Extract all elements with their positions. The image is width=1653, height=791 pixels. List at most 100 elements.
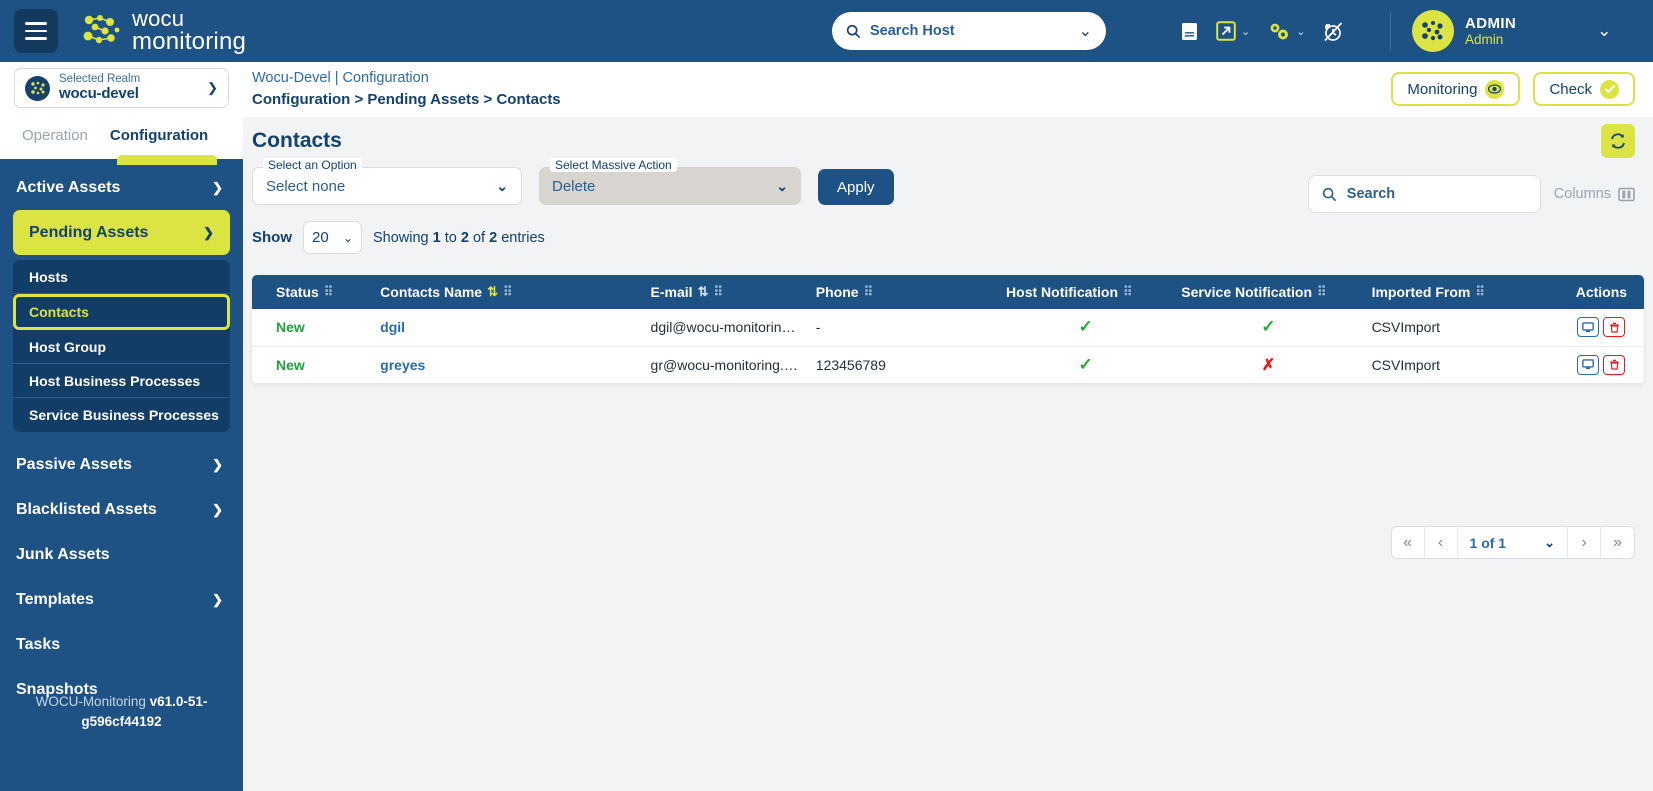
column-grip-icon[interactable]: ⠿	[1123, 284, 1132, 300]
pagination-prev-button[interactable]: ‹	[1425, 527, 1458, 558]
table-row[interactable]: New greyes gr@wocu-monitoring.com 123456…	[252, 346, 1644, 384]
table-row[interactable]: New dgil dgil@wocu-monitoring.c… - ✓ ✓ C…	[252, 309, 1644, 347]
external-link-icon[interactable]: ⌄	[1216, 21, 1250, 41]
chevron-down-icon[interactable]: ⌄	[1597, 21, 1611, 41]
sidebar-item-hosts[interactable]: Hosts	[13, 260, 230, 294]
cell-contacts-name[interactable]: greyes	[372, 346, 643, 384]
search-icon	[846, 24, 861, 38]
sidebar-item-label: Host Business Processes	[29, 372, 201, 389]
table-search-area: Search Columns	[1307, 175, 1635, 213]
trash-icon[interactable]	[1603, 354, 1626, 375]
sidebar-item-label: Pending Assets	[29, 223, 149, 241]
select-massive-action-dropdown[interactable]: Delete ⌄	[539, 167, 801, 205]
chevron-down-icon: ❯	[212, 456, 223, 472]
table-head: Status ⠿ Contacts Name ⇅ ⠿ E-mail ⇅ ⠿ Phone ⠿ …	[252, 275, 1644, 309]
breadcrumb-bar: Wocu-Devel | Configuration Configuration…	[243, 62, 1653, 117]
contact-name-link[interactable]: dgil	[380, 319, 405, 335]
column-label: Actions	[1575, 284, 1628, 300]
pagination-next-button[interactable]: ›	[1568, 527, 1601, 558]
column-grip-icon[interactable]: ⠿	[324, 284, 333, 300]
breadcrumb: Wocu-Devel | Configuration Configuration…	[252, 68, 561, 111]
tab-configuration[interactable]: Configuration	[110, 127, 208, 146]
column-grip-icon[interactable]: ⠿	[864, 284, 873, 300]
hamburger-menu-button[interactable]	[14, 9, 58, 53]
check-circle-icon	[1600, 79, 1619, 99]
sidebar-item-blacklisted-assets[interactable]: Blacklisted Assets ❯	[0, 487, 243, 532]
gears-icon[interactable]: ⌄	[1267, 21, 1305, 42]
breadcrumb-line-1: Wocu-Devel | Configuration	[252, 70, 429, 87]
column-header-host-notification[interactable]: Host Notification ⠿	[998, 275, 1174, 309]
sidebar-item-passive-assets[interactable]: Passive Assets ❯	[0, 442, 243, 487]
column-grip-icon[interactable]: ⠿	[713, 284, 722, 300]
sidebar-item-active-assets[interactable]: Active Assets ❯	[0, 165, 243, 210]
page-size-dropdown[interactable]: 20 ⌄	[303, 221, 362, 254]
sidebar-item-pending-assets[interactable]: Pending Assets ❯	[13, 210, 230, 255]
sidebar-item-service-business-processes[interactable]: Service Business Processes	[13, 398, 230, 432]
chevron-down-icon[interactable]: ❯	[207, 80, 218, 96]
column-header-email[interactable]: E-mail ⇅ ⠿	[642, 275, 808, 309]
column-header-phone[interactable]: Phone ⠿	[807, 275, 999, 309]
showing-mid: to	[440, 229, 461, 246]
column-header-status[interactable]: Status ⠿	[252, 275, 373, 309]
column-label: Imported From	[1371, 284, 1471, 300]
check-button[interactable]: Check	[1533, 72, 1635, 106]
column-grip-icon[interactable]: ⠿	[1475, 284, 1484, 300]
cell-status: New	[252, 309, 373, 347]
sidebar-item-templates[interactable]: Templates ❯	[0, 577, 243, 622]
sidebar-item-label: Blacklisted Assets	[16, 500, 157, 518]
apply-button[interactable]: Apply	[818, 169, 894, 205]
sidebar-item-host-business-processes[interactable]: Host Business Processes	[13, 364, 230, 398]
refresh-button[interactable]	[1601, 123, 1635, 158]
host-search-input[interactable]: Search Host ⌄	[832, 12, 1106, 50]
contact-name-link[interactable]: greyes	[380, 357, 425, 373]
select-option-value: Select none	[266, 177, 346, 195]
column-header-contacts-name[interactable]: Contacts Name ⇅ ⠿	[372, 275, 643, 309]
sort-ascending-icon[interactable]: ⇅	[487, 284, 498, 300]
sidebar-item-label: Host Group	[29, 338, 106, 355]
column-grip-icon[interactable]: ⠿	[1317, 284, 1326, 300]
sidebar-item-contacts[interactable]: Contacts	[13, 294, 230, 330]
chevron-down-icon[interactable]: ⌄	[1241, 25, 1250, 38]
select-massive-action-value: Delete	[552, 177, 596, 195]
cell-service-notification: ✓	[1173, 309, 1364, 347]
tab-operation[interactable]: Operation	[22, 127, 88, 146]
hamburger-line	[25, 29, 47, 33]
column-header-service-notification[interactable]: Service Notification ⠿	[1173, 275, 1364, 309]
clock-disabled-icon[interactable]	[1322, 21, 1344, 42]
pagination-page-text: 1 of 1	[1469, 534, 1507, 551]
monitor-icon[interactable]	[1577, 317, 1600, 338]
column-header-imported-from[interactable]: Imported From ⠿	[1363, 275, 1559, 309]
brand-logo[interactable]: wocu monitoring	[82, 8, 246, 53]
search-input[interactable]: Search	[1307, 175, 1541, 213]
sidebar-item-junk-assets[interactable]: Junk Assets	[0, 532, 243, 577]
realm-value: wocu-devel	[59, 85, 139, 103]
sidebar-item-host-group[interactable]: Host Group	[13, 330, 230, 364]
column-label: E-mail	[650, 284, 693, 300]
cell-actions	[1558, 309, 1644, 347]
select-option-dropdown[interactable]: Select none ⌄	[252, 167, 522, 205]
header-icon-group: ⌄ ⌄	[1180, 0, 1344, 62]
document-icon[interactable]	[1180, 21, 1199, 42]
pagination-first-button[interactable]: «	[1392, 527, 1425, 558]
sort-icon[interactable]: ⇅	[698, 284, 709, 300]
monitor-icon[interactable]	[1577, 354, 1600, 375]
chevron-down-icon[interactable]: ⌄	[1079, 21, 1092, 41]
showing-to: 2	[460, 229, 469, 246]
column-grip-icon[interactable]: ⠿	[503, 284, 512, 300]
pagination-page-dropdown[interactable]: 1 of 1 ⌄	[1458, 527, 1568, 558]
pagination-last-button[interactable]: »	[1601, 527, 1634, 558]
check-button-label: Check	[1549, 80, 1592, 98]
sidebar-item-tasks[interactable]: Tasks	[0, 622, 243, 667]
showing-suffix: entries	[497, 229, 545, 246]
sidebar-item-label: Contacts	[29, 304, 89, 320]
chevron-down-icon[interactable]: ⌄	[1296, 25, 1305, 38]
columns-button[interactable]: Columns	[1554, 186, 1635, 202]
cell-contacts-name[interactable]: dgil	[372, 309, 643, 347]
user-menu[interactable]: ADMIN Admin ⌄	[1412, 0, 1611, 62]
monitoring-button[interactable]: Monitoring	[1391, 72, 1521, 106]
sidebar-tabs: Operation Configuration	[0, 114, 243, 159]
column-label: Host Notification	[1006, 284, 1119, 300]
realm-selector[interactable]: Selected Realm wocu-devel ❯	[14, 68, 229, 108]
trash-icon[interactable]	[1603, 317, 1626, 338]
user-role: Admin	[1465, 31, 1504, 47]
